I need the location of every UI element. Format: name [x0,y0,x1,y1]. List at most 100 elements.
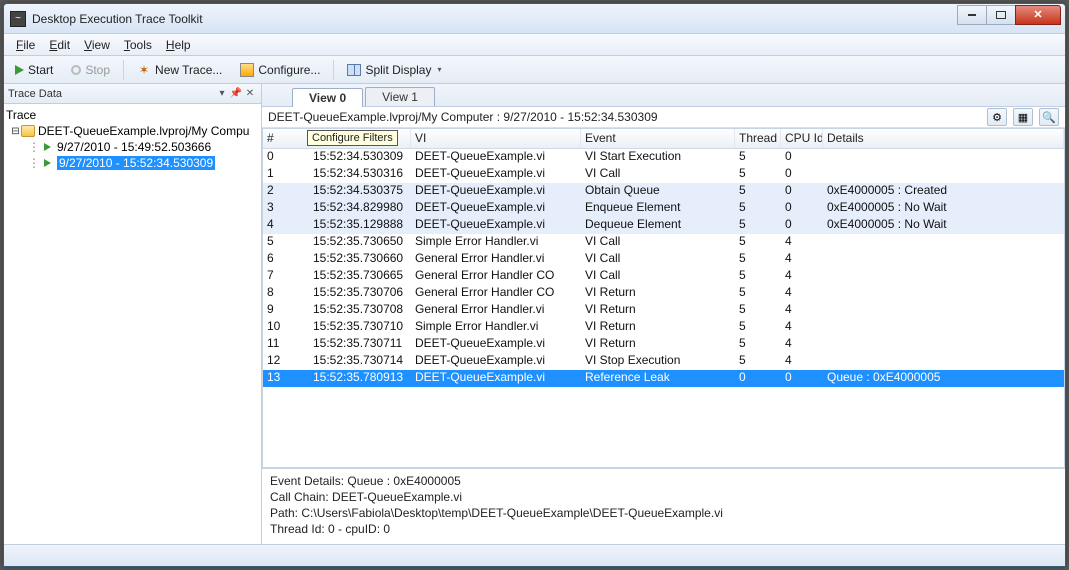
table-cell: VI Return [581,319,735,336]
new-trace-button[interactable]: ✶New Trace... [130,60,229,80]
maximize-button[interactable] [986,5,1016,25]
titlebar[interactable]: ~ Desktop Execution Trace Toolkit [4,4,1065,34]
table-cell: VI Start Execution [581,149,735,166]
table-cell: VI Call [581,166,735,183]
table-row[interactable]: 115:52:34.530316DEET-QueueExample.viVI C… [263,166,1064,183]
table-cell: 12 [263,353,309,370]
table-row[interactable]: 815:52:35.730706General Error Handler CO… [263,285,1064,302]
table-cell: Enqueue Element [581,200,735,217]
pin-icon[interactable]: 📌 [229,88,243,99]
table-cell: 5 [735,353,781,370]
options-button[interactable]: ⚙ [987,108,1007,126]
table-cell: 4 [781,302,823,319]
table-row[interactable]: 1315:52:35.780913DEET-QueueExample.viRef… [263,370,1064,387]
table-cell: VI Call [581,251,735,268]
tree-root[interactable]: Trace [6,107,259,123]
table-cell: Obtain Queue [581,183,735,200]
tree-run-item[interactable]: ⋮9/27/2010 - 15:49:52.503666 [6,139,259,155]
table-body[interactable]: 015:52:34.530309DEET-QueueExample.viVI S… [263,149,1064,467]
play-icon [15,65,24,75]
tab-view0[interactable]: View 0 [292,88,363,107]
tab-view1[interactable]: View 1 [365,87,435,106]
table-cell: General Error Handler.vi [411,251,581,268]
table-row[interactable]: 315:52:34.829980DEET-QueueExample.viEnqu… [263,200,1064,217]
table-cell: 5 [735,149,781,166]
detail-line: Thread Id: 0 - cpuID: 0 [270,521,1057,537]
menubar: File Edit View Tools Help [4,34,1065,56]
panel-header: Trace Data ▾ 📌 ✕ [4,84,261,104]
table-cell [823,166,1064,183]
separator [123,60,124,80]
table-cell: 0 [781,166,823,183]
table-row[interactable]: 515:52:35.730650Simple Error Handler.viV… [263,234,1064,251]
table-cell: DEET-QueueExample.vi [411,370,581,387]
table-cell: DEET-QueueExample.vi [411,217,581,234]
table-row[interactable]: 1015:52:35.730710Simple Error Handler.vi… [263,319,1064,336]
menu-view[interactable]: View [78,36,116,54]
close-button[interactable] [1015,5,1061,25]
configure-button[interactable]: Configure... [233,60,327,80]
table-cell: VI Stop Execution [581,353,735,370]
table-cell: 7 [263,268,309,285]
table-cell: 5 [735,217,781,234]
table-row[interactable]: 015:52:34.530309DEET-QueueExample.viVI S… [263,149,1064,166]
table-cell: VI Return [581,285,735,302]
table-row[interactable]: 215:52:34.530375DEET-QueueExample.viObta… [263,183,1064,200]
table-cell: DEET-QueueExample.vi [411,149,581,166]
table-cell [823,302,1064,319]
trace-tree[interactable]: Trace ⊟DEET-QueueExample.lvproj/My Compu… [4,104,261,544]
table-cell: VI Call [581,234,735,251]
col-cpu[interactable]: CPU Id [781,129,823,148]
table-cell: General Error Handler CO [411,268,581,285]
table-cell: 0xE4000005 : Created [823,183,1064,200]
table-cell: General Error Handler.vi [411,302,581,319]
menu-file[interactable]: File [10,36,41,54]
table-cell: 15:52:35.730706 [309,285,411,302]
table-cell: Dequeue Element [581,217,735,234]
trace-data-panel: Trace Data ▾ 📌 ✕ Trace ⊟DEET-QueueExampl… [4,84,262,544]
breadcrumb-row: DEET-QueueExample.lvproj/My Computer : 9… [262,106,1065,128]
tree-project-item[interactable]: ⊟DEET-QueueExample.lvproj/My Compu [6,123,259,139]
table-header: # VI Event Thread CPU Id Details Configu… [263,129,1064,149]
table-row[interactable]: 415:52:35.129888DEET-QueueExample.viDequ… [263,217,1064,234]
table-row[interactable]: 915:52:35.730708General Error Handler.vi… [263,302,1064,319]
split-display-button[interactable]: Split Display▾ [340,60,448,80]
table-cell: 5 [263,234,309,251]
detail-line: Call Chain: DEET-QueueExample.vi [270,489,1057,505]
table-cell: 5 [735,302,781,319]
close-icon[interactable]: ✕ [243,88,257,99]
split-icon [347,64,361,76]
col-details[interactable]: Details [823,129,1064,148]
menu-help[interactable]: Help [160,36,197,54]
table-cell: 0 [781,217,823,234]
table-cell [823,251,1064,268]
table-cell: 1 [263,166,309,183]
table-cell: 15:52:34.829980 [309,200,411,217]
view-tabs: View 0 View 1 [262,84,1065,106]
search-button[interactable]: 🔍 [1039,108,1059,126]
table-cell: 5 [735,251,781,268]
table-row[interactable]: 615:52:35.730660General Error Handler.vi… [263,251,1064,268]
col-event[interactable]: Event [581,129,735,148]
table-row[interactable]: 1115:52:35.730711DEET-QueueExample.viVI … [263,336,1064,353]
table-cell: 8 [263,285,309,302]
table-cell: 15:52:35.730710 [309,319,411,336]
menu-tools[interactable]: Tools [118,36,158,54]
filter-button[interactable]: ▦ [1013,108,1033,126]
col-thread[interactable]: Thread [735,129,781,148]
table-cell: 0 [781,149,823,166]
menu-edit[interactable]: Edit [43,36,76,54]
stop-button[interactable]: Stop [64,60,117,80]
table-cell: Simple Error Handler.vi [411,319,581,336]
table-cell: 0 [781,183,823,200]
table-cell: DEET-QueueExample.vi [411,353,581,370]
tree-run-item[interactable]: ⋮9/27/2010 - 15:52:34.530309 [6,155,259,171]
start-button[interactable]: Start [8,60,60,80]
col-number[interactable]: # [263,129,309,148]
table-row[interactable]: 1215:52:35.730714DEET-QueueExample.viVI … [263,353,1064,370]
chevron-down-icon[interactable]: ▾ [215,88,229,99]
table-row[interactable]: 715:52:35.730665General Error Handler CO… [263,268,1064,285]
minimize-button[interactable] [957,5,987,25]
col-vi[interactable]: VI [411,129,581,148]
table-cell: 4 [781,268,823,285]
